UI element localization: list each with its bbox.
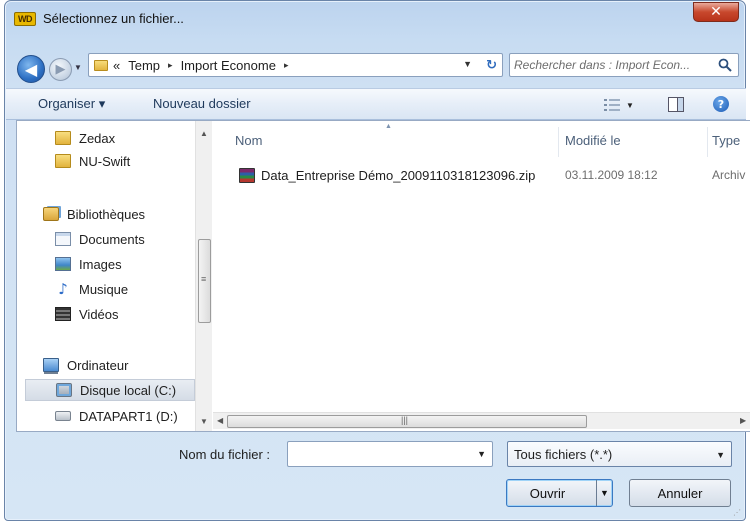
filename-label: Nom du fichier : (179, 447, 271, 462)
nav-item-label: Documents (79, 231, 145, 247)
file-name: Data_Entreprise Démo_2009110318123096.zi… (261, 167, 536, 183)
nav-item-documents[interactable]: Documents (55, 228, 145, 250)
grip-icon: ||| (401, 415, 409, 425)
app-logo-icon: WD (14, 12, 36, 26)
chevron-down-icon[interactable]: ▼ (477, 449, 486, 459)
column-divider[interactable] (707, 127, 708, 157)
refresh-icon[interactable]: ↻ (486, 57, 497, 73)
chevron-down-icon[interactable]: ▼ (716, 450, 725, 460)
title-bar: WD Sélectionnez un fichier... ✕ (5, 1, 745, 41)
horizontal-scrollbar[interactable]: ◀ ||| ▶ (213, 412, 750, 429)
nav-item-label: DATAPART1 (D:) (79, 408, 178, 424)
local-disk-icon (56, 383, 72, 397)
back-button[interactable]: ◀ (17, 55, 45, 83)
breadcrumb-item-temp[interactable]: Temp (128, 58, 160, 73)
forward-button[interactable]: ▶ (49, 58, 72, 81)
nav-item-datapart1[interactable]: DATAPART1 (D:) (55, 405, 178, 427)
scroll-up-icon[interactable]: ▲ (200, 129, 208, 138)
nav-item-label: Zedax (79, 130, 116, 146)
search-box[interactable] (509, 53, 739, 77)
chevron-down-icon: ▼ (600, 488, 609, 498)
help-icon[interactable]: ? (713, 96, 729, 112)
arrow-right-icon: ▶ (55, 62, 66, 77)
open-options-dropdown[interactable]: ▼ (596, 480, 612, 506)
cancel-button[interactable]: Annuler (629, 479, 731, 507)
search-input[interactable] (514, 56, 710, 74)
column-header-modified[interactable]: Modifié le (565, 133, 621, 148)
search-icon[interactable] (718, 58, 732, 72)
nav-item-label: Vidéos (79, 306, 119, 322)
scroll-left-icon[interactable]: ◀ (217, 416, 223, 425)
browser-content: Zedax NU-Swift Bibliothèques Documents I… (16, 120, 750, 432)
file-type-value: Tous fichiers (*.*) (514, 447, 613, 462)
filename-field[interactable] (292, 445, 462, 463)
scroll-right-icon[interactable]: ▶ (740, 416, 746, 425)
column-divider[interactable] (558, 127, 559, 157)
chevron-right-icon[interactable]: ▸ (284, 60, 289, 71)
computer-icon (43, 358, 59, 372)
open-button-label: Ouvrir (529, 485, 566, 501)
nav-item-label: Images (79, 256, 122, 272)
folder-icon (55, 154, 71, 168)
window-title: Sélectionnez un fichier... (43, 11, 184, 26)
resize-grip-icon[interactable]: ⋰ (733, 508, 741, 517)
nav-item-label: Musique (79, 281, 129, 297)
grip-icon: ≡ (201, 274, 207, 284)
folder-icon (55, 131, 71, 145)
videos-icon (55, 307, 71, 321)
folder-icon (94, 60, 108, 71)
documents-icon (55, 232, 71, 246)
nav-item-nu-swift[interactable]: NU-Swift (55, 150, 130, 172)
nav-item-ordinateur[interactable]: Ordinateur (43, 354, 128, 376)
nav-item-label: Ordinateur (67, 357, 129, 373)
filename-combobox[interactable]: ▼ (287, 441, 493, 467)
chevron-right-icon[interactable]: ▸ (168, 60, 173, 71)
file-list: ▲ Nom Modifié le Type Data_Entreprise Dé… (213, 121, 750, 431)
nav-item-videos[interactable]: Vidéos (55, 303, 119, 325)
preview-pane-icon[interactable] (668, 97, 684, 112)
nav-item-label: Bibliothèques (67, 206, 146, 222)
nav-item-label: NU-Swift (79, 153, 131, 169)
nav-scrollbar[interactable]: ▲ ≡ ▼ (195, 121, 212, 431)
nav-item-label: Disque local (C:) (80, 382, 177, 398)
file-open-dialog: WD Sélectionnez un fichier... ✕ ◀ ▶ ▼ « … (4, 0, 750, 521)
address-bar[interactable]: « Temp ▸ Import Econome ▸ ▼ ↻ (88, 53, 503, 77)
view-list-icon (604, 99, 620, 111)
music-icon: ♪ (58, 280, 68, 298)
file-type: Archiv (712, 168, 746, 182)
column-header-type[interactable]: Type (712, 133, 740, 148)
command-toolbar: Organiser ▾ Nouveau dossier ▼ ? (6, 88, 746, 120)
new-folder-button[interactable]: Nouveau dossier (153, 96, 251, 111)
chevron-down-icon: ▼ (626, 100, 634, 110)
library-icon (43, 207, 59, 221)
nav-item-musique[interactable]: ♪ Musique (55, 278, 128, 300)
address-dropdown-icon[interactable]: ▼ (463, 59, 472, 69)
file-type-select[interactable]: Tous fichiers (*.*) ▼ (507, 441, 732, 467)
close-button[interactable]: ✕ (693, 2, 739, 22)
breadcrumb-item-import-econome[interactable]: Import Econome (181, 58, 276, 73)
zip-archive-icon (239, 167, 255, 183)
file-row[interactable]: Data_Entreprise Démo_2009110318123096.zi… (239, 165, 535, 185)
scroll-down-icon[interactable]: ▼ (200, 417, 208, 426)
nav-item-bibliotheques[interactable]: Bibliothèques (43, 203, 145, 225)
breadcrumb: « Temp ▸ Import Econome ▸ (113, 58, 288, 73)
images-icon (55, 257, 71, 271)
column-header-name[interactable]: Nom (235, 133, 262, 148)
history-dropdown-icon[interactable]: ▼ (74, 63, 82, 72)
organize-button[interactable]: Organiser ▾ (38, 96, 105, 112)
nav-item-zedax[interactable]: Zedax (55, 127, 115, 149)
views-button[interactable]: ▼ (604, 97, 638, 113)
sort-ascending-icon: ▲ (385, 123, 392, 130)
open-button[interactable]: Ouvrir ▼ (506, 479, 613, 507)
navigation-pane: Zedax NU-Swift Bibliothèques Documents I… (17, 121, 213, 431)
arrow-left-icon: ◀ (24, 59, 38, 79)
drive-icon (55, 411, 71, 421)
file-modified: 03.11.2009 18:12 (565, 168, 658, 182)
nav-item-images[interactable]: Images (55, 253, 122, 275)
nav-item-disque-local[interactable]: Disque local (C:) (25, 379, 195, 401)
breadcrumb-overflow[interactable]: « (113, 58, 120, 73)
